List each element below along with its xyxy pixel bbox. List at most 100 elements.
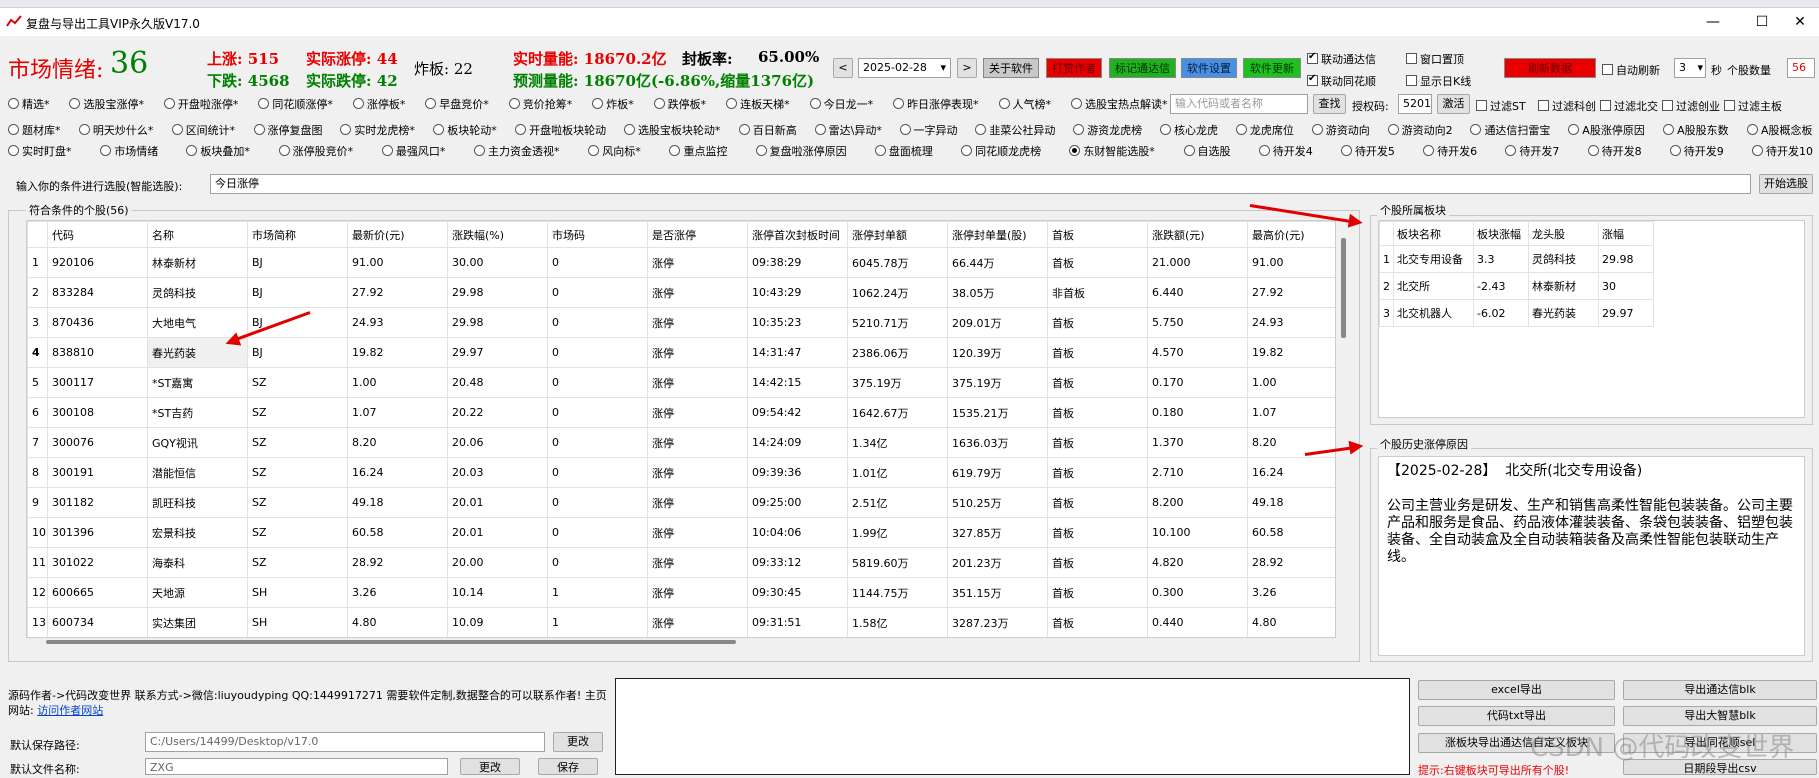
radio-option[interactable]: 板块轮动* bbox=[433, 122, 497, 138]
donate-button[interactable]: 打赏作者 bbox=[1046, 58, 1102, 78]
table-row[interactable]: 1 920106 林泰新材 BJ 91.00 30.00 0 涨停 09:38:29 6045.7… bbox=[27, 247, 1335, 278]
prev-date-button[interactable]: < bbox=[833, 58, 853, 78]
table-row[interactable]: 3 870436 大地电气 BJ 24.93 29.98 0 涨停 10:35:23 5210.7… bbox=[27, 307, 1335, 338]
radio-option[interactable]: 竞价抢筹* bbox=[508, 96, 572, 112]
radio-option[interactable]: 待开发10 bbox=[1752, 143, 1813, 159]
save-path-field[interactable]: C:/Users/14499/Desktop/v17.0 bbox=[145, 732, 545, 752]
interval-select[interactable]: 3 ▾ bbox=[1674, 58, 1706, 78]
radio-option[interactable]: 待开发8 bbox=[1587, 143, 1642, 159]
table-row[interactable]: 5 300117 *ST嘉寓 SZ 1.00 20.48 0 涨停 14:42:15 375.19… bbox=[27, 367, 1335, 398]
table-row[interactable]: 9 301182 凯旺科技 SZ 49.18 20.01 0 涨停 09:25:00 2.51亿 5… bbox=[27, 487, 1335, 518]
date-picker[interactable]: 2025-02-28 ▾ bbox=[858, 58, 951, 78]
column-header[interactable]: 涨跌额(元) bbox=[1147, 221, 1248, 248]
radio-option[interactable]: 一字异动 bbox=[899, 122, 958, 138]
filter-checkbox[interactable]: 过滤科创 bbox=[1538, 98, 1596, 114]
radio-option[interactable]: 百日新高 bbox=[738, 122, 797, 138]
radio-option[interactable]: 游资龙虎榜 bbox=[1073, 122, 1142, 138]
column-header[interactable]: 市场简称 bbox=[247, 221, 348, 248]
search-button[interactable]: 查找 bbox=[1313, 94, 1346, 114]
save-button[interactable]: 保存 bbox=[538, 758, 598, 775]
activate-button[interactable]: 激活 bbox=[1437, 94, 1470, 114]
change-path-button[interactable]: 更改 bbox=[553, 732, 603, 752]
link-ths-checkbox[interactable]: 联动同花顺 bbox=[1307, 73, 1376, 89]
column-header[interactable]: 板块名称 bbox=[1393, 221, 1474, 246]
radio-option[interactable]: 板块叠加* bbox=[186, 143, 250, 159]
radio-option[interactable]: 开盘啦板块轮动 bbox=[515, 122, 606, 138]
radio-option[interactable]: 雷达\异动* bbox=[814, 122, 882, 138]
export-tdx-blk-button[interactable]: 导出通达信blk bbox=[1623, 680, 1817, 700]
excel-export-button[interactable]: excel导出 bbox=[1418, 680, 1615, 700]
radio-option[interactable]: 市场情绪 bbox=[100, 143, 158, 159]
close-button[interactable]: ✕ bbox=[1780, 10, 1819, 34]
radio-option[interactable]: 复盘啦涨停原因 bbox=[755, 143, 847, 159]
radio-option[interactable]: A股股东数 bbox=[1663, 122, 1729, 138]
column-header[interactable]: 龙头股 bbox=[1528, 221, 1599, 246]
filter-checkbox[interactable]: 过滤北交 bbox=[1600, 98, 1658, 114]
radio-option[interactable]: 待开发9 bbox=[1669, 143, 1724, 159]
start-select-button[interactable]: 开始选股 bbox=[1759, 174, 1813, 194]
radio-option[interactable]: 炸板* bbox=[592, 96, 634, 112]
radio-option[interactable]: 核心龙虎 bbox=[1160, 122, 1218, 138]
update-button[interactable]: 软件更新 bbox=[1243, 58, 1301, 78]
radio-option[interactable]: 自选股 bbox=[1183, 143, 1231, 159]
column-header[interactable]: 板块涨幅 bbox=[1473, 221, 1529, 246]
radio-option[interactable]: 早盘竞价* bbox=[425, 96, 489, 112]
radio-option[interactable]: 待开发5 bbox=[1340, 143, 1395, 159]
filter-checkbox[interactable]: 过滤ST bbox=[1476, 98, 1526, 114]
radio-option[interactable]: 选股宝涨停* bbox=[69, 96, 144, 112]
radio-option[interactable]: 同花顺龙虎榜 bbox=[961, 143, 1041, 159]
condition-input[interactable]: 今日涨停 bbox=[210, 174, 1751, 194]
radio-option[interactable]: 涨停板* bbox=[352, 96, 405, 112]
refresh-button[interactable]: 刷新数据 bbox=[1504, 58, 1596, 78]
column-header[interactable]: 涨停封单量(股) bbox=[947, 221, 1048, 248]
table-row[interactable]: 10 301396 宏景科技 SZ 60.58 20.01 0 涨停 10:04:06 1.99亿… bbox=[27, 517, 1335, 548]
radio-option[interactable]: 实时龙虎榜* bbox=[340, 122, 415, 138]
filter-checkbox[interactable]: 过滤主板 bbox=[1724, 98, 1782, 114]
maximize-button[interactable]: ☐ bbox=[1742, 10, 1782, 34]
column-header[interactable]: 代码 bbox=[47, 221, 148, 248]
radio-option[interactable]: 同花顺涨停* bbox=[258, 96, 333, 112]
auth-code-field[interactable]: 5201 bbox=[1398, 94, 1432, 114]
radio-option[interactable]: 涨停股竞价* bbox=[278, 143, 353, 159]
radio-option[interactable]: 游资动向 bbox=[1311, 122, 1370, 138]
filter-checkbox[interactable]: 过滤创业 bbox=[1662, 98, 1720, 114]
horizontal-scrollbar[interactable] bbox=[46, 640, 736, 644]
column-header[interactable]: 涨跌幅(%) bbox=[447, 221, 548, 248]
radio-option[interactable]: 人气榜* bbox=[998, 96, 1051, 112]
table-row[interactable]: 1 北交专用设备 3.3 灵鸽科技 29.98 bbox=[1379, 245, 1654, 273]
radio-option[interactable]: A股涨停原因 bbox=[1568, 122, 1645, 138]
radio-option[interactable]: 最强风口* bbox=[381, 143, 445, 159]
radio-option[interactable]: 精选* bbox=[8, 96, 50, 112]
radio-option[interactable]: 通达信扫雷宝 bbox=[1470, 122, 1550, 138]
radio-option[interactable]: 待开发4 bbox=[1258, 143, 1313, 159]
table-row[interactable]: 11 301022 海泰科 SZ 28.92 20.00 0 涨停 09:33:12 5819.6… bbox=[27, 547, 1335, 578]
change-name-button[interactable]: 更改 bbox=[460, 758, 520, 775]
vertical-scrollbar[interactable] bbox=[1338, 220, 1350, 638]
code-txt-export-button[interactable]: 代码txt导出 bbox=[1418, 706, 1615, 726]
table-row[interactable]: 12 600665 天地源 SH 3.26 10.14 1 涨停 09:30:45 1144.75… bbox=[27, 577, 1335, 608]
column-header[interactable]: 名称 bbox=[147, 221, 248, 248]
radio-option[interactable]: 盘面梳理 bbox=[874, 143, 933, 159]
minimize-button[interactable]: — bbox=[1693, 10, 1733, 34]
radio-option[interactable]: 游资动向2 bbox=[1387, 122, 1453, 138]
settings-button[interactable]: 软件设置 bbox=[1181, 58, 1237, 78]
column-header[interactable]: 最新价(元) bbox=[347, 221, 448, 248]
column-header[interactable]: 首板 bbox=[1047, 221, 1148, 248]
radio-option[interactable]: 风向标* bbox=[588, 143, 641, 159]
radio-option[interactable]: 涨停复盘图 bbox=[253, 122, 323, 138]
radio-option[interactable]: A股概念板 bbox=[1747, 122, 1813, 138]
radio-option[interactable]: 区间统计* bbox=[171, 122, 235, 138]
table-row[interactable]: 8 300191 潜能恒信 SZ 16.24 20.03 0 涨停 09:39:36 1.01亿 6… bbox=[27, 457, 1335, 488]
table-row[interactable]: 6 300108 *ST吉药 SZ 1.07 20.22 0 涨停 09:54:42 1642.6… bbox=[27, 397, 1335, 428]
table-row[interactable]: 13 600734 实达集团 SH 4.80 10.09 1 涨停 09:31:51 1.58亿 3… bbox=[27, 607, 1335, 637]
export-dzh-blk-button[interactable]: 导出大智慧blk bbox=[1623, 706, 1817, 726]
scrollbar-thumb[interactable] bbox=[1341, 238, 1346, 338]
radio-option[interactable]: 题材库* bbox=[8, 122, 61, 138]
column-header[interactable]: 涨停首次封板时间 bbox=[747, 221, 848, 248]
radio-option[interactable]: 韭菜公社异动 bbox=[975, 122, 1055, 138]
radio-option[interactable]: 今日龙一* bbox=[809, 96, 873, 112]
radio-option[interactable]: 主力资金透视* bbox=[474, 143, 560, 159]
radio-option[interactable]: 选股宝热点解读* bbox=[1071, 96, 1168, 112]
radio-option[interactable]: 开盘啦涨停* bbox=[163, 96, 238, 112]
radio-option[interactable]: 待开发6 bbox=[1423, 143, 1477, 159]
